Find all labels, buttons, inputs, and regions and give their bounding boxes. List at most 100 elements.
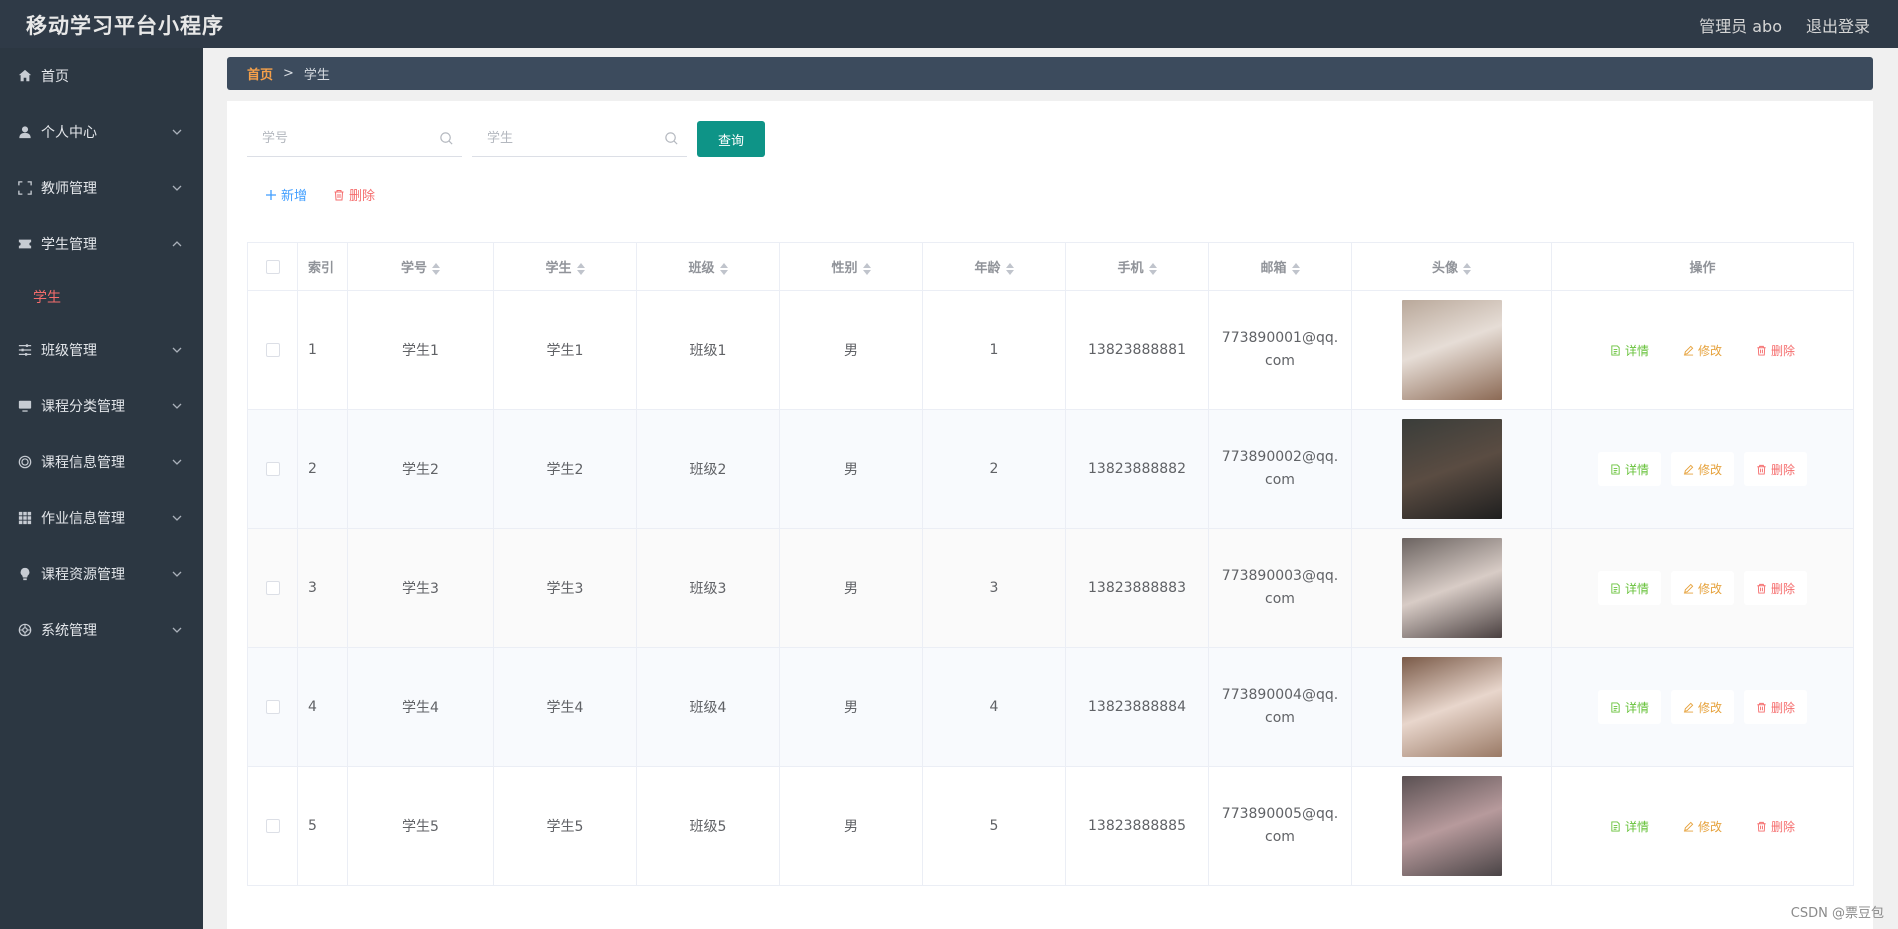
avatar[interactable]: [1401, 657, 1502, 757]
sidebar-item-homework-management[interactable]: 作业信息管理: [0, 490, 203, 546]
table-row[interactable]: 1 学生1 学生1 班级1 男 1 13823888881 773890001@qq.com 详…: [247, 290, 1854, 410]
delete-button[interactable]: 删除: [1744, 333, 1808, 367]
edit-button[interactable]: 修改: [1670, 452, 1734, 486]
query-button[interactable]: 查询: [697, 121, 765, 157]
table-row[interactable]: 5 学生5 学生5 班级5 男 5 13823888885 773890005@qq.com 详…: [247, 766, 1854, 886]
fullscreen-icon: [17, 180, 33, 196]
col-header-class[interactable]: 班级: [636, 242, 780, 291]
cell-actions: 详情 修改 删除: [1551, 528, 1854, 648]
table-row[interactable]: 2 学生2 学生2 班级2 男 2 13823888882 773890002@qq.com 详…: [247, 409, 1854, 529]
avatar[interactable]: [1401, 538, 1502, 638]
col-header-avatar[interactable]: 头像: [1351, 242, 1552, 291]
detail-button[interactable]: 详情: [1597, 690, 1661, 724]
sidebar-item-label: 课程信息管理: [41, 455, 125, 471]
sidebar-item-course-resource-management[interactable]: 课程资源管理: [0, 546, 203, 602]
edit-button[interactable]: 修改: [1670, 690, 1734, 724]
table-header-row: 索引 学号 学生 班级 性别 年龄 手机 邮箱 头像 操作: [247, 242, 1854, 291]
sort-icon[interactable]: [1148, 262, 1157, 275]
sidebar-item-class-management[interactable]: 班级管理: [0, 322, 203, 378]
breadcrumb-separator: >: [283, 66, 294, 81]
logout-link[interactable]: 退出登录: [1806, 13, 1870, 37]
student-name-input[interactable]: [472, 121, 687, 156]
header-label: 学生: [545, 261, 572, 276]
sort-icon[interactable]: [1463, 262, 1471, 275]
detail-button[interactable]: 详情: [1597, 571, 1661, 605]
sidebar-item-student-management[interactable]: 学生管理: [0, 216, 203, 272]
batch-delete-button[interactable]: 删除: [333, 181, 375, 208]
cell-student-no: 学生1: [347, 290, 494, 410]
edit-button[interactable]: 修改: [1670, 333, 1734, 367]
sort-icon[interactable]: [1291, 262, 1300, 275]
cell-avatar: [1351, 290, 1552, 410]
student-no-input[interactable]: [247, 121, 462, 156]
header-label: 年龄: [974, 261, 1001, 276]
sort-icon[interactable]: [862, 262, 871, 275]
delete-button[interactable]: 删除: [1744, 452, 1808, 486]
delete-button[interactable]: 删除: [1744, 690, 1808, 724]
top-right-menu: 管理员 abo 退出登录: [1699, 13, 1870, 37]
chevron-down-icon: [172, 571, 182, 577]
sort-icon[interactable]: [1005, 262, 1014, 275]
sidebar-subitem-student[interactable]: 学生: [0, 272, 203, 322]
col-header-gender[interactable]: 性别: [779, 242, 923, 291]
cell-actions: 详情 修改 删除: [1551, 766, 1854, 886]
document-icon: [1611, 582, 1620, 594]
row-checkbox[interactable]: [265, 581, 280, 595]
sliders-icon: [17, 342, 33, 358]
sidebar-item-system-management[interactable]: 系统管理: [0, 602, 203, 658]
edit-icon: [1683, 464, 1694, 475]
cell-age: 4: [922, 647, 1066, 767]
email-text: 773890002@qq.com: [1221, 449, 1339, 488]
student-name-search: [472, 121, 687, 157]
students-table: 索引 学号 学生 班级 性别 年龄 手机 邮箱 头像 操作 1 学生1 学生1 班级1…: [247, 242, 1854, 886]
sort-icon[interactable]: [719, 262, 728, 275]
col-header-phone[interactable]: 手机: [1065, 242, 1209, 291]
sidebar-item-label: 首页: [41, 69, 69, 85]
col-header-age[interactable]: 年龄: [922, 242, 1066, 291]
table-row[interactable]: 3 学生3 学生3 班级3 男 3 13823888883 773890003@qq.com 详…: [247, 528, 1854, 648]
sidebar-item-home[interactable]: 首页: [0, 48, 203, 104]
sidebar-item-teacher-management[interactable]: 教师管理: [0, 160, 203, 216]
cell-student-no: 学生2: [347, 409, 494, 529]
avatar[interactable]: [1401, 300, 1502, 400]
select-all-checkbox[interactable]: [265, 259, 280, 274]
row-checkbox[interactable]: [265, 462, 280, 476]
breadcrumb-home[interactable]: 首页: [247, 64, 273, 83]
col-header-email[interactable]: 邮箱: [1208, 242, 1352, 291]
row-select-cell: [247, 290, 298, 410]
app-title: 移动学习平台小程序: [26, 14, 224, 38]
sort-icon[interactable]: [576, 262, 585, 275]
detail-button[interactable]: 详情: [1597, 333, 1661, 367]
email-text: 773890004@qq.com: [1221, 687, 1339, 726]
row-checkbox[interactable]: [265, 819, 280, 833]
cell-phone: 13823888883: [1065, 528, 1209, 648]
cell-student-no: 学生4: [347, 647, 494, 767]
edit-button[interactable]: 修改: [1670, 809, 1734, 843]
email-text: 773890005@qq.com: [1221, 806, 1339, 845]
admin-user-label[interactable]: 管理员 abo: [1699, 13, 1782, 37]
sidebar-item-course-info-management[interactable]: 课程信息管理: [0, 434, 203, 490]
avatar[interactable]: [1401, 776, 1502, 876]
cell-student-no: 学生5: [347, 766, 494, 886]
add-button[interactable]: 新增: [247, 181, 307, 208]
avatar[interactable]: [1401, 419, 1502, 519]
sidebar-item-course-category-management[interactable]: 课程分类管理: [0, 378, 203, 434]
student-no-search: [247, 121, 462, 157]
col-header-student[interactable]: 学生: [493, 242, 637, 291]
row-checkbox[interactable]: [265, 700, 280, 714]
detail-button[interactable]: 详情: [1597, 809, 1661, 843]
header-label: 邮箱: [1260, 261, 1287, 276]
edit-button[interactable]: 修改: [1670, 571, 1734, 605]
chevron-up-icon: [172, 241, 182, 247]
ticket-icon: [17, 236, 33, 252]
row-checkbox[interactable]: [265, 343, 280, 357]
table-row[interactable]: 4 学生4 学生4 班级4 男 4 13823888884 773890004@qq.com 详…: [247, 647, 1854, 767]
delete-button[interactable]: 删除: [1744, 809, 1808, 843]
sidebar-item-personal-center[interactable]: 个人中心: [0, 104, 203, 160]
plus-icon: [266, 189, 276, 200]
col-header-student-no[interactable]: 学号: [347, 242, 494, 291]
sort-icon[interactable]: [432, 262, 440, 275]
detail-button[interactable]: 详情: [1597, 452, 1661, 486]
cell-phone: 13823888885: [1065, 766, 1209, 886]
delete-button[interactable]: 删除: [1744, 571, 1808, 605]
